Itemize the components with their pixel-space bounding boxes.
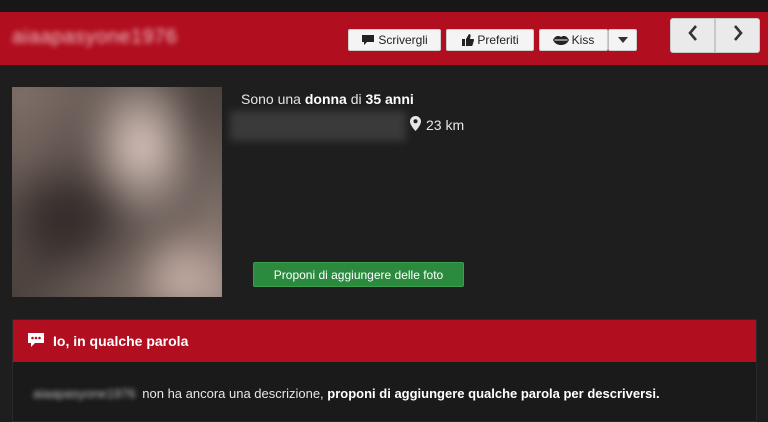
write-message-button[interactable]: Scrivergli: [348, 29, 441, 51]
propose-photos-button[interactable]: Proponi di aggiungere delle foto: [253, 262, 464, 287]
propose-description-link[interactable]: proponi di aggiungere qualche parola per…: [327, 386, 659, 401]
kiss-label: Kiss: [571, 33, 595, 47]
lips-icon: [552, 35, 569, 45]
distance-value: 23 km: [426, 117, 465, 133]
intro-prefix: Sono una: [241, 91, 305, 107]
profile-photo[interactable]: [12, 87, 222, 297]
about-blurred-username: aiaapasyone1976: [33, 386, 136, 401]
about-section-title: Io, in qualche parola: [53, 333, 189, 349]
favorites-button[interactable]: Preferiti: [446, 29, 534, 51]
map-pin-icon: [410, 116, 421, 134]
more-options-dropdown[interactable]: [608, 29, 637, 51]
chevron-right-icon: [733, 25, 743, 46]
chat-bubbles-icon: [27, 332, 45, 351]
profile-distance: 23 km: [410, 116, 464, 134]
previous-profile-button[interactable]: [670, 18, 715, 53]
kiss-button[interactable]: Kiss: [539, 29, 608, 51]
thumbs-up-icon: [461, 34, 475, 46]
about-section-body: aiaapasyone1976 non ha ancora una descri…: [33, 386, 660, 401]
write-message-label: Scrivergli: [378, 33, 428, 47]
profile-intro: Sono una donna di 35 anni: [241, 91, 414, 107]
about-text: non ha ancora una descrizione,: [138, 386, 328, 401]
chevron-left-icon: [687, 25, 698, 46]
speech-bubble-icon: [361, 34, 375, 46]
caret-down-icon: [617, 37, 628, 43]
about-section-header: Io, in qualche parola: [13, 320, 756, 362]
favorites-label: Preferiti: [477, 33, 519, 47]
profile-age: 35 anni: [365, 91, 414, 107]
intro-mid: di: [346, 91, 366, 107]
profile-city-redacted: [230, 111, 406, 141]
profile-header: aiaapasyone1976 Scrivergli Preferiti Kis…: [0, 12, 768, 65]
profile-gender: donna: [304, 91, 347, 107]
next-profile-button[interactable]: [715, 18, 760, 53]
top-strip: [0, 0, 768, 12]
about-section: Io, in qualche parola aiaapasyone1976 no…: [12, 319, 757, 422]
profile-username: aiaapasyone1976: [12, 26, 178, 48]
profile-photo-blurred: [12, 87, 222, 297]
